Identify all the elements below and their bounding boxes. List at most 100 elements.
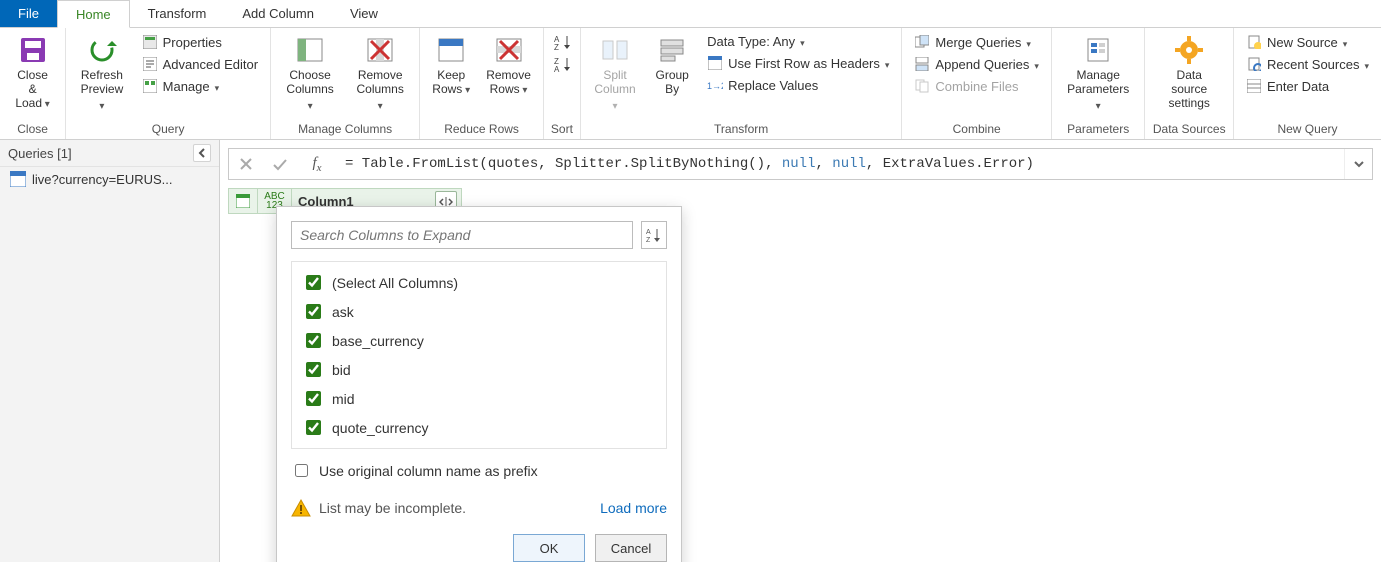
svg-text:Z: Z (646, 237, 651, 243)
fx-button[interactable]: fx (297, 149, 337, 179)
editor-area: fx = Table.FromList(quotes, Splitter.Spl… (220, 140, 1381, 562)
tab-view[interactable]: View (332, 0, 396, 27)
group-caption-combine: Combine (908, 120, 1044, 139)
remove-columns-button[interactable]: Remove Columns (347, 30, 413, 114)
group-caption-close: Close (6, 120, 59, 139)
combine-files-button[interactable]: Combine Files (908, 76, 1044, 96)
tab-file[interactable]: File (0, 0, 57, 27)
formula-expand-button[interactable] (1344, 149, 1372, 179)
tab-add-column[interactable]: Add Column (224, 0, 332, 27)
enter-data-button[interactable]: Enter Data (1240, 76, 1375, 96)
group-caption-reduce-rows: Reduce Rows (426, 120, 537, 139)
keep-rows-button[interactable]: Keep Rows (426, 30, 476, 98)
group-combine: Merge Queries Append Queries Combine Fil… (902, 28, 1051, 139)
svg-text:Z: Z (554, 43, 559, 50)
query-item[interactable]: live?currency=EURUS... (0, 167, 219, 191)
column-checkbox[interactable]: ask (300, 297, 658, 326)
x-icon (239, 157, 253, 171)
remove-rows-button[interactable]: Remove Rows (480, 30, 537, 98)
close-and-load-button[interactable]: Close & Load (6, 30, 59, 112)
column-checkbox-input[interactable] (306, 304, 321, 319)
group-caption-manage-columns: Manage Columns (277, 120, 413, 139)
data-source-settings-button[interactable]: Data source settings (1151, 30, 1227, 110)
sort-columns-button[interactable]: AZ (641, 221, 667, 249)
remove-rows-icon (492, 33, 526, 67)
refresh-preview-button[interactable]: Refresh Preview (72, 30, 131, 114)
select-all-columns-checkbox[interactable]: (Select All Columns) (300, 268, 658, 297)
data-type-button[interactable]: Data Type: Any (701, 32, 895, 51)
split-column-button[interactable]: Split Column (587, 30, 643, 114)
load-more-link[interactable]: Load more (600, 500, 667, 516)
queries-pane: Queries [1] live?currency=EURUS... (0, 140, 220, 562)
svg-text:1→2: 1→2 (707, 81, 723, 91)
properties-icon (142, 34, 158, 50)
group-by-icon (655, 33, 689, 67)
manage-parameters-button[interactable]: Manage Parameters (1058, 30, 1139, 114)
formula-accept-button[interactable] (263, 149, 297, 179)
column-checkbox-input[interactable] (306, 420, 321, 435)
collapse-queries-button[interactable] (193, 144, 211, 162)
choose-columns-button[interactable]: Choose Columns (277, 30, 343, 114)
tab-home[interactable]: Home (57, 0, 130, 28)
new-source-button[interactable]: New Source (1240, 32, 1375, 52)
group-data-sources: Data source settings Data Sources (1145, 28, 1234, 139)
expand-search-input[interactable] (291, 221, 633, 249)
use-prefix-checkbox-input[interactable] (295, 464, 308, 477)
headers-icon (707, 55, 723, 71)
column-checkbox-label: ask (332, 304, 354, 320)
grid-corner-button[interactable] (228, 188, 258, 214)
tab-transform[interactable]: Transform (130, 0, 225, 27)
enter-data-icon (1246, 78, 1262, 94)
replace-values-icon: 1→2 (707, 77, 723, 93)
column-checkbox[interactable]: base_currency (300, 326, 658, 355)
append-queries-button[interactable]: Append Queries (908, 54, 1044, 74)
sort-asc-button[interactable]: AZ (550, 32, 574, 52)
column-checkbox-input[interactable] (306, 362, 321, 377)
group-new-query: New Source Recent Sources Enter Data New… (1234, 28, 1381, 139)
select-all-checkbox-input[interactable] (306, 275, 321, 290)
recent-sources-button[interactable]: Recent Sources (1240, 54, 1375, 74)
column-checkbox[interactable]: quote_currency (300, 413, 658, 442)
queries-pane-title: Queries [1] (8, 146, 72, 161)
sort-asc-icon: AZ (554, 34, 570, 50)
group-reduce-rows: Keep Rows Remove Rows Reduce Rows (420, 28, 544, 139)
formula-cancel-button[interactable] (229, 149, 263, 179)
advanced-editor-button[interactable]: Advanced Editor (136, 54, 264, 74)
svg-text:A: A (554, 65, 560, 72)
column-checkbox[interactable]: mid (300, 384, 658, 413)
warning-text: List may be incomplete. (319, 500, 466, 516)
editor-icon (142, 56, 158, 72)
use-prefix-checkbox[interactable]: Use original column name as prefix (291, 461, 667, 480)
expand-columns-popup: AZ (Select All Columns) ask base_currenc… (276, 206, 682, 562)
select-all-label: (Select All Columns) (332, 275, 458, 291)
formula-bar: fx = Table.FromList(quotes, Splitter.Spl… (228, 148, 1373, 180)
replace-values-button[interactable]: 1→2 Replace Values (701, 75, 895, 95)
remove-columns-icon (363, 33, 397, 67)
properties-button[interactable]: Properties (136, 32, 264, 52)
group-manage-columns: Choose Columns Remove Columns Manage Col… (271, 28, 420, 139)
expand-columns-list: (Select All Columns) ask base_currency b… (291, 261, 667, 449)
table-icon (236, 194, 250, 208)
first-row-headers-button[interactable]: Use First Row as Headers (701, 53, 895, 73)
split-column-icon (598, 33, 632, 67)
manage-button[interactable]: Manage (136, 76, 264, 96)
sort-desc-button[interactable]: ZA (550, 54, 574, 74)
merge-queries-button[interactable]: Merge Queries (908, 32, 1044, 52)
column-checkbox-input[interactable] (306, 391, 321, 406)
ok-button[interactable]: OK (513, 534, 585, 562)
group-by-button[interactable]: Group By (647, 30, 697, 96)
refresh-icon (85, 33, 119, 67)
column-checkbox[interactable]: bid (300, 355, 658, 384)
sort-az-icon: AZ (646, 227, 662, 243)
column-checkbox-input[interactable] (306, 333, 321, 348)
group-close: Close & Load Close (0, 28, 66, 139)
new-source-icon (1246, 34, 1262, 50)
svg-text:A: A (646, 229, 651, 236)
save-icon (16, 33, 50, 67)
warning-icon (291, 498, 311, 518)
cancel-button[interactable]: Cancel (595, 534, 667, 562)
check-icon (272, 157, 288, 171)
keep-rows-icon (434, 33, 468, 67)
formula-input[interactable]: = Table.FromList(quotes, Splitter.SplitB… (337, 156, 1344, 172)
merge-icon (914, 34, 930, 50)
